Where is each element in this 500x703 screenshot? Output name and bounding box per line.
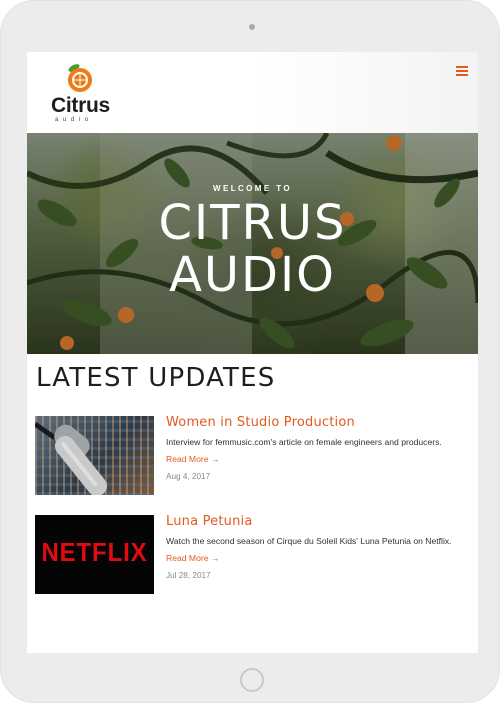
netflix-logo-image[interactable]: NETFLIX	[35, 515, 154, 594]
microphone-icon	[35, 421, 107, 495]
post-date: Jul 28, 2017	[166, 571, 211, 580]
post-title[interactable]: Women in Studio Production	[166, 415, 355, 430]
update-post: NETFLIX Luna Petunia Watch the second se…	[35, 514, 475, 597]
tablet-frame: Citrus audio WELCOME TO CITRUS AUDIO LAT…	[0, 0, 500, 703]
hero-title-line-2: AUDIO	[169, 247, 336, 303]
hero-kicker: WELCOME TO	[213, 184, 292, 193]
logo-wordmark: Citrus	[51, 94, 110, 117]
post-date: Aug 4, 2017	[166, 472, 211, 481]
hero-title-line-1: CITRUS	[158, 195, 347, 251]
camera-dot	[249, 24, 255, 30]
home-button[interactable]	[240, 668, 264, 692]
microphone-mixing-desk-image[interactable]	[35, 416, 154, 495]
logo-subtitle: audio	[55, 117, 93, 123]
latest-updates-heading: LATEST UPDATES	[36, 363, 276, 393]
read-more-link[interactable]: Read More →	[166, 553, 220, 563]
post-description: Interview for femmusic.com's article on …	[166, 437, 442, 447]
post-title[interactable]: Luna Petunia	[166, 514, 253, 529]
netflix-logo-text: NETFLIX	[41, 537, 148, 567]
hero-title: CITRUS AUDIO	[27, 197, 478, 301]
hero-banner: WELCOME TO CITRUS AUDIO	[27, 133, 478, 354]
update-post: Women in Studio Production Interview for…	[35, 415, 475, 498]
hamburger-menu-icon[interactable]	[456, 66, 470, 78]
read-more-link[interactable]: Read More →	[166, 454, 220, 464]
citrus-audio-logo[interactable]: Citrus audio	[49, 62, 113, 124]
header-background	[257, 52, 478, 133]
orange-fruit-icon	[68, 64, 92, 92]
post-description: Watch the second season of Cirque du Sol…	[166, 536, 452, 546]
site-header: Citrus audio	[27, 52, 478, 133]
screen: Citrus audio WELCOME TO CITRUS AUDIO LAT…	[27, 52, 478, 653]
